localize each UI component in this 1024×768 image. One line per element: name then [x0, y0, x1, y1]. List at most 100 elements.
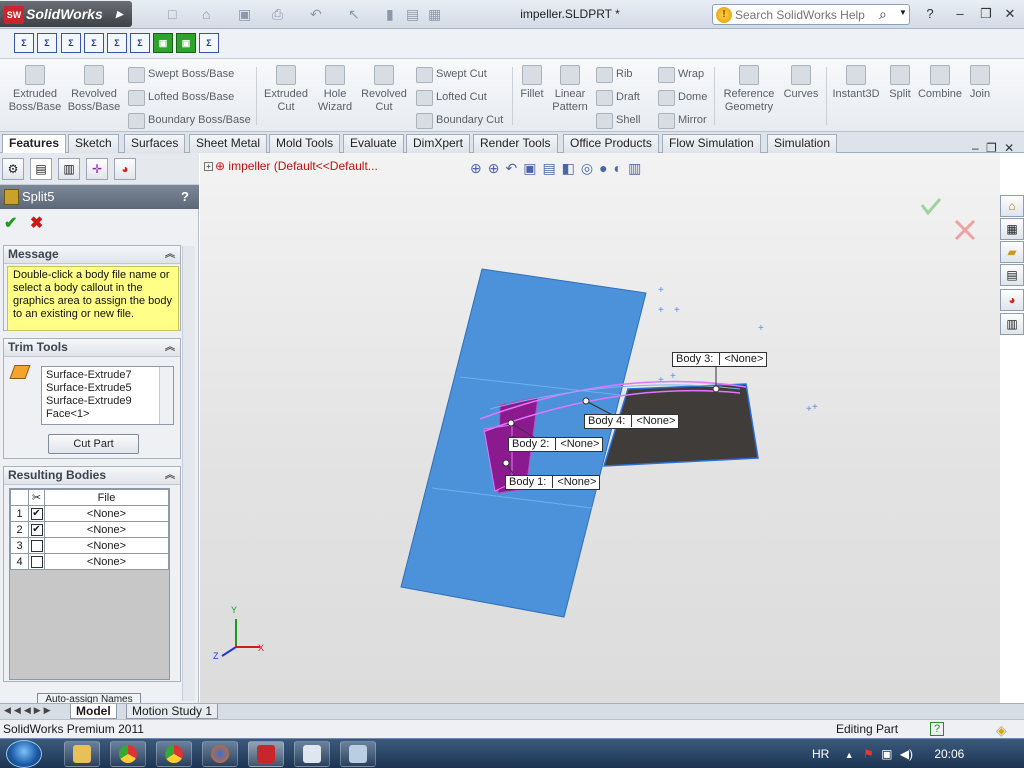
taskbar-paint[interactable] [294, 741, 330, 767]
open-document-icon[interactable]: ⌂ [202, 5, 210, 23]
panel-scrollbar[interactable] [182, 246, 195, 701]
curves-button[interactable]: Curves [782, 65, 820, 101]
custom-properties-icon[interactable]: ▥ [1000, 313, 1024, 335]
scrollbar[interactable] [159, 367, 173, 424]
sketch-tool-icon[interactable]: Σ [84, 33, 104, 53]
mirror-button[interactable]: Mirror [658, 112, 707, 130]
confirm-cancel-icon[interactable] [954, 219, 976, 241]
tab-mold-tools[interactable]: Mold Tools [269, 134, 341, 153]
help-question-icon[interactable]: ? [930, 722, 944, 736]
body-checkbox[interactable]: ✔ [28, 505, 45, 522]
body-callout[interactable]: Body 2: <None> [508, 437, 604, 452]
undo-icon[interactable]: ↶ [310, 5, 322, 23]
wrap-button[interactable]: Wrap [658, 66, 704, 84]
green-cube-icon[interactable]: ▣ [176, 33, 196, 53]
list-item[interactable]: Surface-Extrude5 [46, 382, 169, 395]
callout-file[interactable]: <None> [555, 438, 600, 450]
green-cube-icon[interactable]: ▣ [153, 33, 173, 53]
taskbar-chrome[interactable] [156, 741, 192, 767]
show-hidden-icons[interactable]: ▲ [845, 750, 854, 760]
auto-assign-names-button[interactable]: Auto-assign Names [37, 693, 141, 703]
clock[interactable]: 20:06 [934, 747, 964, 761]
minimize-button[interactable]: – [950, 4, 970, 24]
body-callout[interactable]: Body 4: <None> [584, 414, 680, 429]
linear-pattern-button[interactable]: Linear Pattern [550, 65, 590, 114]
tab-scroll-arrows[interactable]: ◀◀◀▶▶ [4, 705, 54, 716]
help-search-box[interactable]: ! ⌕ ▼ [712, 4, 910, 25]
body-checkbox[interactable]: ✔ [28, 521, 45, 538]
taskbar-chrome[interactable] [110, 741, 146, 767]
display-manager-icon[interactable]: ◕ [114, 158, 136, 180]
body-file[interactable]: <None> [44, 553, 169, 570]
body-callout[interactable]: Body 3: <None> [672, 352, 768, 367]
property-manager-icon[interactable]: ▤ [30, 158, 52, 180]
confirm-ok-icon[interactable] [920, 198, 942, 216]
callout-file[interactable]: <None> [631, 415, 676, 427]
sketch-tool-icon[interactable]: Σ [107, 33, 127, 53]
tag-icon[interactable]: ◈ [996, 721, 1007, 739]
select-arrow-icon[interactable]: ↖ [348, 5, 360, 23]
sketch-tool-icon[interactable]: Σ [199, 33, 219, 53]
restore-button[interactable]: ❐ [976, 4, 996, 24]
list-item[interactable]: Face<1> [46, 408, 169, 421]
taskbar-explorer[interactable] [64, 741, 100, 767]
tab-dimxpert[interactable]: DimXpert [406, 134, 471, 153]
search-icon[interactable]: ⌕ [879, 6, 887, 23]
rebuild-icon[interactable]: ▮ [386, 5, 394, 23]
rib-button[interactable]: Rib [596, 66, 633, 84]
help-icon[interactable]: ? [920, 4, 940, 24]
draft-button[interactable]: Draft [596, 89, 640, 107]
swept-boss-button[interactable]: Swept Boss/Base [128, 66, 234, 84]
volume-icon[interactable]: ◀) [900, 747, 913, 761]
tab-features[interactable]: Features [2, 134, 67, 154]
print-icon[interactable]: ⎙ [272, 5, 283, 23]
body-file[interactable]: <None> [44, 521, 169, 538]
extruded-boss-button[interactable]: Extruded Boss/Base [8, 65, 62, 114]
save-icon[interactable]: ▣ [238, 5, 251, 23]
taskbar-window[interactable] [340, 741, 376, 767]
file-explorer-icon[interactable]: ▰ [1000, 241, 1024, 263]
callout-anchor[interactable] [507, 419, 515, 427]
body-checkbox[interactable] [28, 537, 45, 554]
tab-evaluate[interactable]: Evaluate [343, 134, 404, 153]
sketch-tool-icon[interactable]: Σ [61, 33, 81, 53]
lofted-cut-button[interactable]: Lofted Cut [416, 89, 487, 107]
flag-icon[interactable]: ⚑ [863, 747, 874, 761]
list-item[interactable]: Surface-Extrude7 [46, 369, 169, 382]
tab-office-products[interactable]: Office Products [563, 134, 659, 153]
design-library-icon[interactable]: ▦ [1000, 218, 1024, 240]
callout-anchor[interactable] [582, 397, 590, 405]
tab-motion-study[interactable]: Motion Study 1 [126, 704, 219, 719]
close-icon[interactable]: ✕ [1004, 141, 1014, 155]
extruded-cut-button[interactable]: Extruded Cut [262, 65, 310, 114]
body-file[interactable]: <None> [44, 537, 169, 554]
group-header[interactable]: Message ︽ [4, 246, 180, 264]
sketch-tool-icon[interactable]: Σ [14, 33, 34, 53]
dimxpert-manager-icon[interactable]: ✛ [86, 158, 108, 180]
collapse-icon[interactable]: ︽ [165, 467, 175, 484]
body-file[interactable]: <None> [44, 505, 169, 522]
callout-anchor[interactable] [502, 459, 510, 467]
file-properties-icon[interactable]: ▤ [406, 5, 419, 23]
list-item[interactable]: Surface-Extrude9 [46, 395, 169, 408]
taskbar-solidworks[interactable] [248, 741, 284, 767]
tab-model[interactable]: Model [70, 704, 117, 719]
body-callout[interactable]: Body 1: <None> [505, 475, 601, 490]
cut-part-button[interactable]: Cut Part [48, 434, 139, 454]
taskbar-firefox[interactable] [202, 741, 238, 767]
callout-file[interactable]: <None> [552, 476, 597, 488]
tab-flow-simulation[interactable]: Flow Simulation [662, 134, 761, 153]
configuration-manager-icon[interactable]: ▥ [58, 158, 80, 180]
trim-tools-list[interactable]: Surface-Extrude7 Surface-Extrude5 Surfac… [41, 366, 174, 425]
restore-icon[interactable]: ❐ [986, 141, 997, 155]
revolved-boss-button[interactable]: Revolved Boss/Base [66, 65, 122, 114]
tab-sketch[interactable]: Sketch [68, 134, 119, 153]
help-icon[interactable]: ? [181, 185, 189, 209]
split-button[interactable]: Split [886, 65, 914, 101]
tab-simulation[interactable]: Simulation [767, 134, 838, 153]
group-header[interactable]: Resulting Bodies ︽ [4, 467, 180, 485]
cancel-x-icon[interactable]: ✖ [30, 215, 43, 232]
ok-check-icon[interactable]: ✔ [4, 215, 17, 232]
instant3d-button[interactable]: Instant3D [830, 65, 882, 101]
swept-cut-button[interactable]: Swept Cut [416, 66, 487, 84]
